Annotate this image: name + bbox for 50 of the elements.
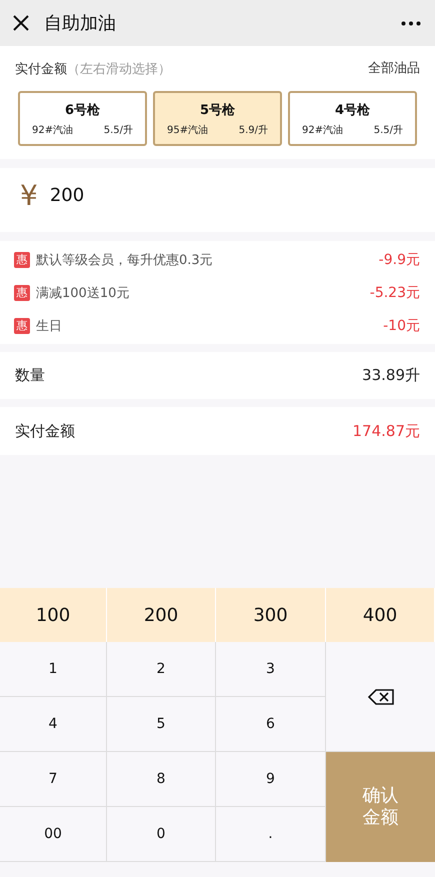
keypad-key[interactable]: 8 bbox=[107, 752, 216, 807]
amount-input[interactable]: 200 bbox=[50, 184, 84, 206]
paid-value: 174.87元 bbox=[352, 422, 420, 440]
more-icon[interactable] bbox=[401, 20, 421, 26]
discount-text: 生日 bbox=[36, 318, 63, 334]
discount-amount: -5.23元 bbox=[370, 284, 420, 302]
fuel-type: 95#汽油 bbox=[167, 124, 208, 136]
keypad-key[interactable]: 5 bbox=[107, 697, 216, 752]
discount-amount: -10元 bbox=[383, 316, 420, 334]
keypad-key[interactable]: 1 bbox=[0, 642, 107, 697]
backspace-icon bbox=[368, 688, 394, 704]
fuel-price: 5.5/升 bbox=[374, 124, 403, 136]
currency-symbol: ¥ bbox=[20, 178, 38, 212]
quick-amount-button[interactable]: 400 bbox=[326, 588, 435, 642]
discount-badge: 惠 bbox=[14, 284, 30, 300]
keypad-key[interactable]: 7 bbox=[0, 752, 107, 807]
pump-name: 5号枪 bbox=[200, 102, 236, 118]
quick-amount-button[interactable]: 300 bbox=[216, 588, 326, 642]
keypad-key[interactable]: 4 bbox=[0, 697, 107, 752]
discount-amount: -9.9元 bbox=[378, 250, 420, 268]
keypad-key[interactable]: . bbox=[216, 807, 326, 862]
quick-amount-button[interactable]: 100 bbox=[0, 588, 107, 642]
fuel-type: 92#汽油 bbox=[32, 124, 74, 136]
quantity-label: 数量 bbox=[15, 366, 45, 385]
discount-badge: 惠 bbox=[14, 318, 30, 334]
quick-amount-button[interactable]: 200 bbox=[107, 588, 216, 642]
section-label: 实付金额 bbox=[15, 62, 67, 77]
fuel-price: 5.5/升 bbox=[104, 124, 133, 136]
fuel-price: 5.9/升 bbox=[238, 124, 268, 136]
close-icon[interactable] bbox=[12, 14, 30, 32]
all-fuels-link[interactable]: 全部油品 bbox=[368, 59, 420, 77]
keypad-key[interactable]: 2 bbox=[107, 642, 216, 697]
swipe-hint: （左右滑动选择） bbox=[67, 62, 171, 77]
keypad-key[interactable]: 6 bbox=[216, 697, 326, 752]
discount-text: 满减100送10元 bbox=[36, 284, 130, 302]
keypad-key[interactable]: 0 bbox=[107, 807, 216, 862]
pump-card[interactable]: 5号枪 95#汽油 5.9/升 bbox=[153, 91, 282, 146]
paid-label: 实付金额 bbox=[15, 422, 75, 440]
discount-badge: 惠 bbox=[14, 252, 30, 268]
quantity-value: 33.89升 bbox=[362, 366, 420, 385]
keypad-key[interactable]: 00 bbox=[0, 807, 107, 862]
discount-text: 默认等级会员，每升优惠0.3元 bbox=[36, 252, 214, 268]
pump-name: 4号枪 bbox=[334, 102, 370, 118]
fuel-type: 92#汽油 bbox=[302, 124, 344, 136]
pump-name: 6号枪 bbox=[64, 102, 100, 118]
keypad-key[interactable]: 9 bbox=[216, 752, 326, 807]
page-title: 自助加油 bbox=[44, 12, 117, 35]
pump-card[interactable]: 6号枪 92#汽油 5.5/升 bbox=[18, 91, 147, 146]
keypad-key[interactable]: 3 bbox=[216, 642, 326, 697]
pump-card[interactable]: 4号枪 92#汽油 5.5/升 bbox=[288, 91, 417, 146]
